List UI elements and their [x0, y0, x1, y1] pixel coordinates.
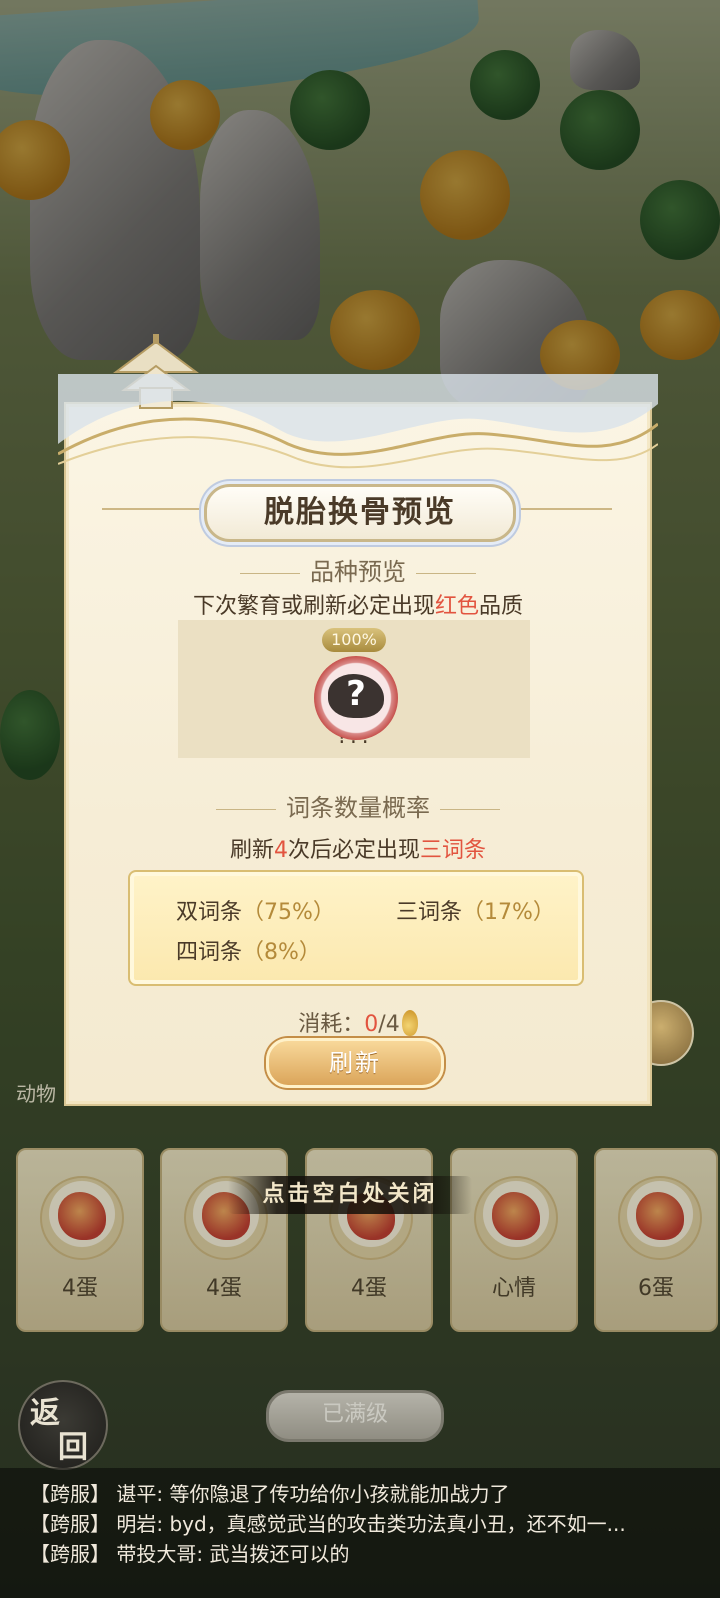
probability-item: 四词条（8%）	[176, 934, 321, 966]
chat-line: 【跨服】 谌平: 等你隐退了传功给你小孩就能加战力了	[30, 1478, 509, 1507]
animal-card[interactable]: 6蛋	[594, 1148, 718, 1332]
breed-note-text: 下次繁育或刷新必定出现	[192, 594, 435, 619]
trait-note-highlight: 三词条	[420, 838, 487, 863]
chat-line: 【跨服】 明岩: byd，真感觉武当的攻击类功法真小丑，还不如一...	[30, 1508, 626, 1537]
back-label-bottom: 回	[58, 1430, 88, 1465]
animal-card-label: 4蛋	[351, 1276, 387, 1301]
chat-panel[interactable]: 【跨服】 谌平: 等你隐退了传功给你小孩就能加战力了 【跨服】 明岩: byd，…	[0, 1468, 720, 1598]
chat-channel-tag: 【跨服】	[30, 1482, 110, 1506]
trait-note-middle: 次后必定出现	[287, 838, 420, 863]
breed-note: 下次繁育或刷新必定出现红色品质	[66, 588, 650, 620]
back-label-top: 返	[30, 1396, 60, 1431]
trait-note-count: 4	[273, 838, 288, 863]
breed-section-header: 品种预览	[66, 552, 650, 587]
wave-decoration	[58, 374, 658, 469]
animal-card-label: 心情	[491, 1276, 536, 1301]
max-level-button[interactable]: 已满级	[266, 1390, 444, 1442]
cost-current: 0	[364, 1012, 379, 1037]
rooster-icon	[474, 1176, 558, 1260]
probability-box: 双词条（75%） 三词条（17%） 四词条（8%）	[128, 870, 584, 986]
question-mark-icon: ?	[346, 674, 366, 714]
preview-percent-badge: 100%	[322, 628, 386, 652]
probability-label: 三词条	[396, 900, 463, 925]
chat-message: 明岩: byd，真感觉武当的攻击类功法真小丑，还不如一...	[116, 1512, 626, 1536]
refresh-button[interactable]: 刷新	[266, 1038, 444, 1088]
cost-row: 消耗：0/4	[66, 1006, 650, 1038]
probability-label: 双词条	[176, 900, 243, 925]
probability-percent: （75%）	[242, 900, 335, 925]
title-ornament-right	[512, 508, 612, 510]
animal-card[interactable]: 4蛋	[16, 1148, 144, 1332]
animal-card[interactable]: 心情	[450, 1148, 578, 1332]
probability-percent: （8%）	[242, 940, 321, 965]
chat-message: 谌平: 等你隐退了传功给你小孩就能加战力了	[116, 1482, 510, 1506]
trait-note: 刷新4次后必定出现三词条	[66, 832, 650, 864]
trait-section-title: 词条数量概率	[286, 794, 430, 822]
rebirth-preview-modal[interactable]: 脱胎换骨预览 品种预览 下次繁育或刷新必定出现红色品质 ??? ? 100% 词…	[58, 334, 658, 1106]
trait-note-prefix: 刷新	[229, 838, 274, 863]
animal-card-label: 6蛋	[638, 1276, 674, 1301]
close-hint: 点击空白处关闭	[228, 1176, 472, 1214]
rooster-icon	[618, 1176, 702, 1260]
animals-label: 动物	[16, 1082, 56, 1106]
chat-message: 带投大哥: 武当拨还可以的	[116, 1542, 350, 1566]
chat-channel-tag: 【跨服】	[30, 1542, 110, 1566]
breed-section-title: 品种预览	[310, 558, 406, 586]
mystery-animal-icon[interactable]: ?	[314, 656, 398, 740]
probability-item: 双词条（75%）	[176, 894, 335, 926]
chat-channel-tag: 【跨服】	[30, 1512, 110, 1536]
breed-note-highlight: 红色	[434, 594, 479, 619]
trait-section-header: 词条数量概率	[66, 788, 650, 823]
rooster-icon	[40, 1176, 124, 1260]
probability-item: 三词条（17%）	[396, 894, 555, 926]
back-button[interactable]: 返 回	[18, 1380, 108, 1470]
cost-label: 消耗：	[298, 1012, 365, 1037]
modal-title: 脱胎换骨预览	[264, 495, 456, 530]
modal-title-plate: 脱胎换骨预览	[204, 484, 516, 542]
cost-total: /4	[378, 1012, 400, 1037]
animal-card-label: 4蛋	[206, 1276, 242, 1301]
breed-note-suffix: 品质	[479, 594, 524, 619]
probability-label: 四词条	[176, 940, 243, 965]
probability-percent: （17%）	[462, 900, 555, 925]
title-ornament-left	[102, 508, 202, 510]
animal-card-label: 4蛋	[62, 1276, 98, 1301]
chat-line: 【跨服】 带投大哥: 武当拨还可以的	[30, 1538, 349, 1567]
gourd-icon	[401, 1010, 418, 1036]
